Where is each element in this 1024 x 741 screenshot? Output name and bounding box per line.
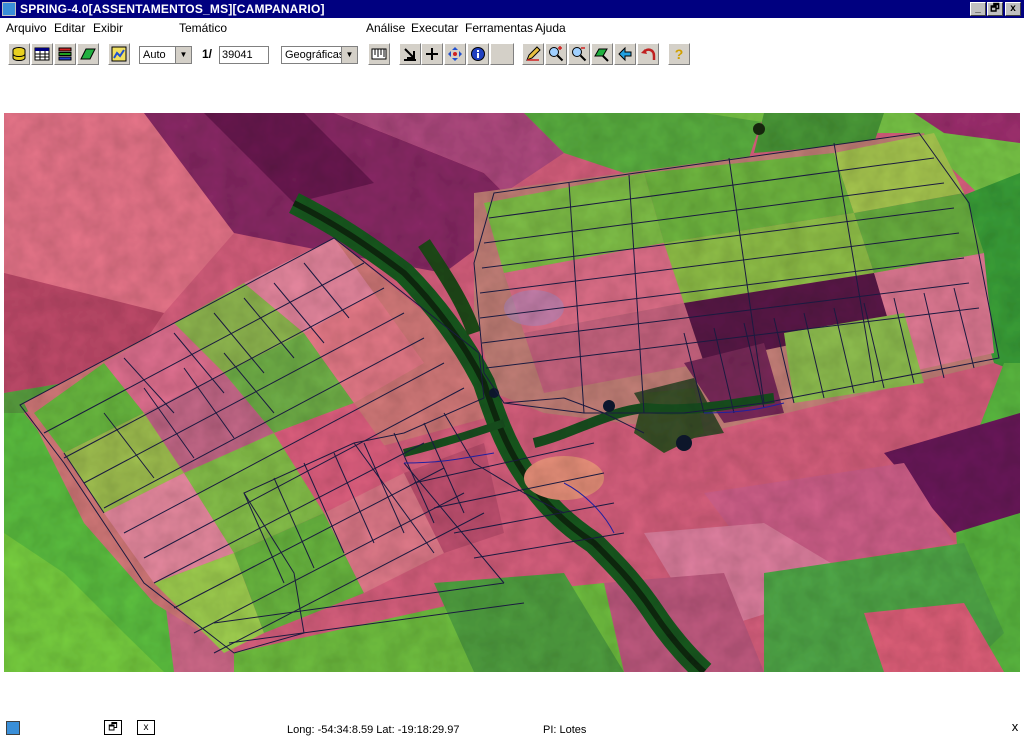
menu-arquivo[interactable]: Arquivo bbox=[6, 21, 47, 35]
status-bar: 🗗 x Long: -54:34:8.59 Lat: -19:18:29.97 … bbox=[0, 715, 1024, 741]
status-restore-button[interactable]: 🗗 bbox=[104, 720, 122, 735]
grid-table-icon bbox=[34, 47, 50, 61]
app-icon bbox=[2, 2, 16, 16]
arrow-left-icon bbox=[618, 46, 632, 62]
info-button[interactable] bbox=[467, 43, 489, 65]
window-title: SPRING-4.0[ASSENTAMENTOS_MS][CAMPANARIO] bbox=[20, 2, 325, 16]
help-icon: ? bbox=[674, 46, 684, 62]
close-button[interactable]: x bbox=[1005, 2, 1021, 16]
edit-button[interactable] bbox=[522, 43, 544, 65]
zoom-in-icon bbox=[549, 46, 564, 62]
undo-button[interactable] bbox=[637, 43, 659, 65]
satellite-image[interactable] bbox=[4, 113, 1020, 672]
zoom-out-button[interactable] bbox=[568, 43, 590, 65]
menu-ajuda[interactable]: Ajuda bbox=[535, 21, 566, 35]
cursor-button[interactable] bbox=[421, 43, 443, 65]
ruler-icon bbox=[371, 48, 387, 60]
zoom-area-button[interactable] bbox=[591, 43, 613, 65]
display-button[interactable] bbox=[108, 43, 130, 65]
plan-info-button[interactable] bbox=[77, 43, 99, 65]
pan-button[interactable] bbox=[444, 43, 466, 65]
green-plane-icon bbox=[80, 48, 96, 60]
pan-arrows-icon bbox=[448, 47, 462, 61]
menu-editar[interactable]: Editar bbox=[54, 21, 85, 35]
zoom-area-icon bbox=[594, 48, 609, 62]
coordinates-readout: Long: -54:34:8.59 Lat: -19:18:29.97 bbox=[287, 724, 460, 736]
zoom-mode-select[interactable]: Auto ▼ bbox=[139, 46, 192, 64]
layers-icon bbox=[58, 47, 72, 61]
blank-tool-button[interactable] bbox=[490, 43, 514, 65]
menu-tematico[interactable]: Temático bbox=[179, 21, 227, 35]
restore-button[interactable]: 🗗 bbox=[987, 2, 1003, 16]
zoom-out-icon bbox=[572, 47, 587, 62]
undo-icon bbox=[641, 48, 656, 60]
database-button[interactable] bbox=[8, 43, 30, 65]
menu-exibir[interactable]: Exibir bbox=[93, 21, 123, 35]
layers-button[interactable] bbox=[54, 43, 76, 65]
menu-bar: Arquivo Editar Exibir Temático Análise E… bbox=[0, 18, 1024, 38]
pencil-icon bbox=[526, 46, 541, 61]
chevron-down-icon: ▼ bbox=[341, 47, 357, 63]
menu-ferramentas[interactable]: Ferramentas bbox=[465, 21, 533, 35]
info-icon bbox=[471, 47, 485, 61]
scale-input[interactable] bbox=[219, 46, 269, 64]
crosshair-icon bbox=[426, 48, 438, 60]
toolbar: Auto ▼ 1/ Geográficas ▼ ? bbox=[0, 40, 1024, 70]
help-button[interactable]: ? bbox=[668, 43, 690, 65]
scale-prefix: 1/ bbox=[202, 47, 213, 61]
projection-select[interactable]: Geográficas ▼ bbox=[281, 46, 358, 64]
previous-view-button[interactable] bbox=[614, 43, 636, 65]
title-bar: SPRING-4.0[ASSENTAMENTOS_MS][CAMPANARIO]… bbox=[0, 0, 1024, 18]
zoom-in-button[interactable] bbox=[545, 43, 567, 65]
menu-analise[interactable]: Análise bbox=[366, 21, 405, 35]
menu-executar[interactable]: Executar bbox=[411, 21, 458, 35]
status-close-button[interactable]: x bbox=[137, 720, 155, 735]
arrow-down-right-icon bbox=[404, 48, 416, 61]
map-display-icon bbox=[111, 46, 127, 62]
minimize-button[interactable]: _ bbox=[970, 2, 986, 16]
scale-bar-button[interactable] bbox=[368, 43, 390, 65]
active-plan-info: PI: Lotes bbox=[543, 724, 587, 736]
select-button[interactable] bbox=[399, 43, 421, 65]
map-canvas[interactable] bbox=[4, 113, 1020, 672]
app-status-icon bbox=[6, 721, 20, 735]
project-button[interactable] bbox=[31, 43, 53, 65]
app-close-button[interactable]: x bbox=[1006, 720, 1024, 735]
database-icon bbox=[12, 47, 26, 62]
chevron-down-icon: ▼ bbox=[175, 47, 191, 63]
